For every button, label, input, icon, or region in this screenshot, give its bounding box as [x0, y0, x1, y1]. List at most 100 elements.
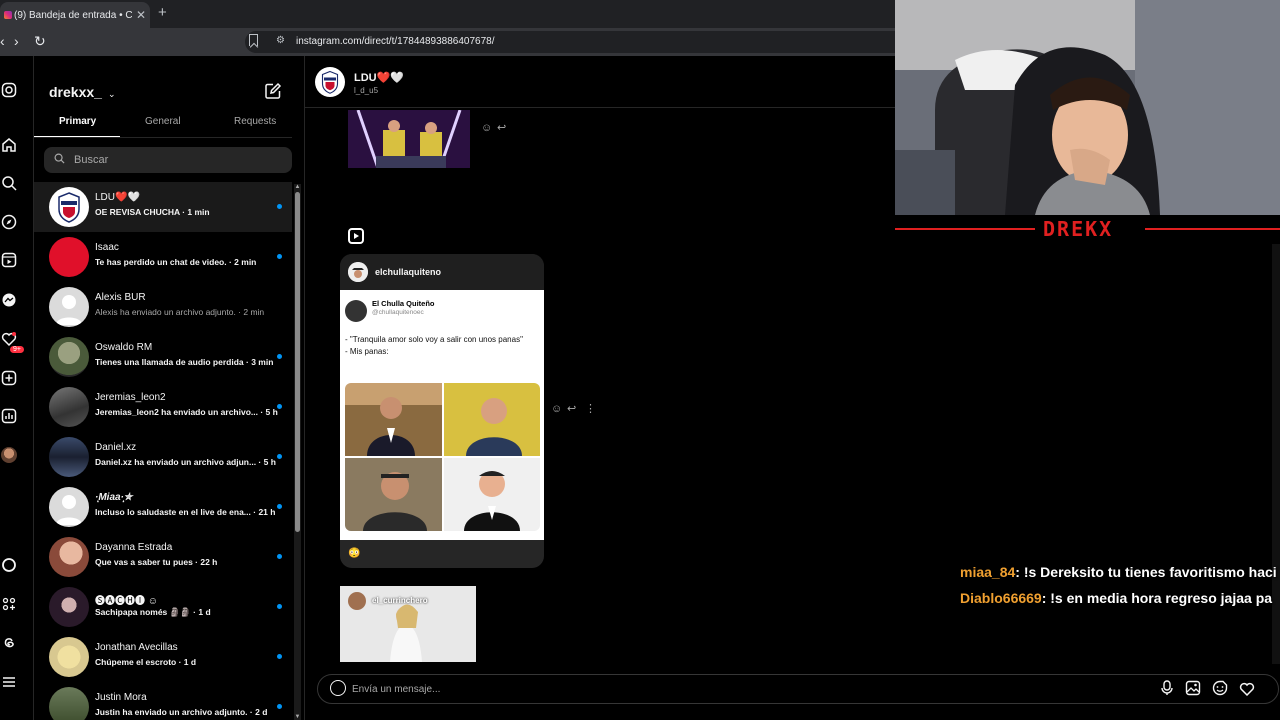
reply-icon[interactable]: ↩	[497, 121, 506, 134]
bookmark-icon[interactable]	[249, 34, 258, 46]
back-icon[interactable]: ‹	[0, 33, 5, 49]
tweet-line: - Mis panas:	[345, 347, 389, 356]
divider	[1145, 228, 1280, 230]
more-options-icon[interactable]: ⋮	[585, 402, 596, 415]
message-composer[interactable]	[317, 674, 1279, 704]
conversation-preview: Alexis ha enviado un archivo adjunto. · …	[95, 307, 265, 317]
react-emoji-icon[interactable]: ☺	[481, 122, 492, 134]
divider	[895, 228, 1035, 230]
conversation-name: Daniel.xz	[95, 442, 137, 453]
avatar	[49, 437, 89, 477]
close-tab-icon[interactable]: ✕	[132, 8, 150, 22]
search-icon[interactable]	[0, 174, 18, 192]
message-input[interactable]	[352, 675, 1052, 703]
conversation-preview: Tienes una llamada de audio perdida · 3 …	[95, 357, 274, 367]
reels-icon[interactable]	[0, 251, 18, 269]
tab-requests[interactable]: Requests	[234, 116, 276, 127]
chat-header[interactable]: LDU❤️🤍 l_d_u5	[305, 56, 895, 108]
instagram-logo-icon[interactable]	[0, 81, 18, 99]
search-input[interactable]	[74, 147, 284, 173]
shared-post-card[interactable]: elchullaquiteno El Chulla Quiteño @chull…	[340, 254, 544, 568]
account-username: drekxx_	[49, 84, 102, 100]
inbox-tabs: Primary General Requests	[34, 114, 292, 138]
compose-icon[interactable]	[264, 82, 282, 105]
webcam-overlay	[895, 0, 1280, 215]
stream-chat-line: miaa_84: !s Dereksito tu tienes favoriti…	[960, 564, 1280, 590]
browser-tab[interactable]: (9) Bandeja de entrada • Chats ✕	[0, 2, 150, 28]
unread-dot	[277, 704, 282, 709]
create-icon[interactable]	[0, 369, 18, 387]
conversation-item[interactable]: Justin Mora Justin ha enviado un archivo…	[34, 682, 292, 720]
tweet-line: - "Tranquila amor solo voy a salir con u…	[345, 335, 523, 344]
conversation-item[interactable]: ·̩͙Miaa·̩͙✮ Incluso lo saludaste en el l…	[34, 482, 292, 532]
stream-chat-overlay: miaa_84: !s Dereksito tu tienes favoriti…	[960, 564, 1280, 616]
conversation-item[interactable]: Isaac Te has perdido un chat de video. ·…	[34, 232, 292, 282]
emoji-icon[interactable]	[330, 680, 346, 696]
scroll-thumb[interactable]	[295, 192, 300, 532]
chat-title[interactable]: LDU❤️🤍	[354, 71, 404, 84]
conversation-item[interactable]: LDU❤️🤍 OE REVISA CHUCHA · 1 min	[34, 182, 292, 232]
inbox-panel: drekxx_ ⌄ Primary General Requests LDU❤️🤍…	[34, 56, 305, 720]
post-reaction[interactable]: 😳	[348, 548, 360, 559]
conversation-name: Dayanna Estrada	[95, 542, 173, 553]
photo	[345, 383, 442, 456]
conversation-item[interactable]: Alexis BUR Alexis ha enviado un archivo …	[34, 282, 292, 332]
conversation-preview: Chúpeme el escroto · 1 d	[95, 657, 197, 667]
apps-icon[interactable]	[0, 595, 18, 613]
tab-primary[interactable]: Primary	[59, 116, 96, 127]
new-tab-button[interactable]: +	[158, 4, 167, 21]
conversation-preview: Te has perdido un chat de video. · 2 min	[95, 257, 257, 267]
stream-logo: DREKX	[1043, 217, 1114, 241]
conversation-item[interactable]: 🅢🅐🅒🅗🅘 ☺ Sachipapa només 🗿🗿 · 1 d	[34, 582, 292, 632]
conversation-item[interactable]: Daniel.xz Daniel.xz ha enviado un archiv…	[34, 432, 292, 482]
heart-icon[interactable]	[1239, 681, 1255, 699]
react-emoji-icon[interactable]: ☺	[551, 403, 562, 415]
post-username[interactable]: elchullaquiteno	[375, 267, 441, 277]
reload-icon[interactable]: ↻	[34, 33, 46, 50]
conversation-preview: Que vas a saber tu pues · 22 h	[95, 557, 218, 567]
conversation-item[interactable]: Jonathan Avecillas Chúpeme el escroto · …	[34, 632, 292, 682]
dashboard-icon[interactable]	[0, 407, 18, 425]
tab-general[interactable]: General	[145, 116, 181, 127]
avatar[interactable]	[315, 67, 345, 97]
site-settings-icon[interactable]: ⚙	[276, 35, 285, 46]
photo	[443, 458, 540, 531]
conversation-name: Isaac	[95, 242, 119, 253]
menu-icon[interactable]	[0, 673, 18, 691]
message-video-thumbnail[interactable]	[348, 110, 470, 168]
account-switcher[interactable]: drekxx_ ⌄	[49, 84, 115, 100]
profile-avatar[interactable]	[0, 446, 18, 464]
tabs-divider	[34, 137, 292, 138]
post-username[interactable]: el_currinchero	[372, 596, 428, 605]
chat-message: : !s Dereksito tu tienes favoritismo hac…	[1015, 564, 1277, 580]
inbox-scrollbar[interactable]: ▲ ▼	[294, 184, 301, 720]
shared-reel-thumbnail[interactable]: el_currinchero	[340, 586, 476, 662]
avatar	[49, 487, 89, 527]
microphone-icon[interactable]	[1160, 680, 1174, 699]
conversation-item[interactable]: Oswaldo RM Tienes una llamada de audio p…	[34, 332, 292, 382]
conversation-item[interactable]: Jeremias_leon2 Jeremias_leon2 ha enviado…	[34, 382, 292, 432]
explore-icon[interactable]	[0, 213, 18, 231]
unread-dot	[277, 354, 282, 359]
conversation-preview: Daniel.xz ha enviado un archivo adjun...…	[95, 457, 276, 467]
sticker-icon[interactable]	[1212, 680, 1228, 699]
forward-icon[interactable]: ›	[14, 33, 19, 49]
threads-ring-icon[interactable]	[0, 556, 18, 574]
conversation-name: LDU❤️🤍	[95, 192, 140, 203]
photo	[443, 383, 540, 456]
reply-icon[interactable]: ↩	[567, 402, 576, 415]
post-header[interactable]: elchullaquiteno	[340, 254, 544, 290]
scroll-up-icon[interactable]: ▲	[294, 184, 301, 190]
scroll-down-icon[interactable]: ▼	[294, 714, 301, 720]
chat-handle: l_d_u5	[354, 86, 379, 95]
heart-icon[interactable]	[0, 330, 18, 348]
conversation-name: Jeremias_leon2	[95, 392, 166, 403]
home-icon[interactable]	[0, 136, 18, 154]
conversation-preview: Jeremias_leon2 ha enviado un archivo... …	[95, 407, 278, 417]
url-text[interactable]: instagram.com/direct/t/17844893886407678…	[296, 36, 494, 47]
threads-icon[interactable]	[0, 634, 18, 652]
search-box[interactable]	[44, 147, 292, 173]
messenger-icon[interactable]	[0, 291, 18, 309]
conversation-item[interactable]: Dayanna Estrada Que vas a saber tu pues …	[34, 532, 292, 582]
image-icon[interactable]	[1185, 680, 1201, 699]
